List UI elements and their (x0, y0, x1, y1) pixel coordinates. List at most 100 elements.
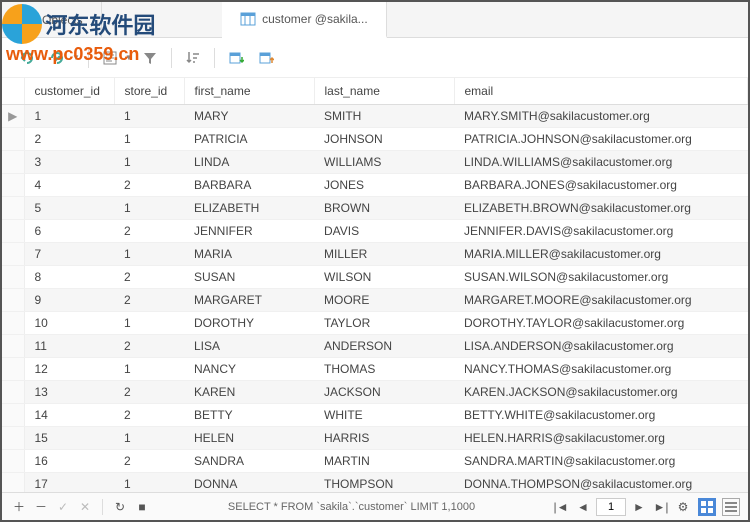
cell-email[interactable]: HELEN.HARRIS@sakilacustomer.org (454, 427, 748, 450)
cell-customer-id[interactable]: 7 (24, 243, 114, 266)
col-store-id[interactable]: store_id (114, 78, 184, 105)
table-row[interactable]: 31LINDAWILLIAMSLINDA.WILLIAMS@sakilacust… (2, 151, 748, 174)
col-email[interactable]: email (454, 78, 748, 105)
cell-customer-id[interactable]: 4 (24, 174, 114, 197)
table-row[interactable]: 92MARGARETMOOREMARGARET.MOORE@sakilacust… (2, 289, 748, 312)
cell-first-name[interactable]: JENNIFER (184, 220, 314, 243)
cell-email[interactable]: MARY.SMITH@sakilacustomer.org (454, 105, 748, 128)
table-row[interactable]: 51ELIZABETHBROWNELIZABETH.BROWN@sakilacu… (2, 197, 748, 220)
cell-store-id[interactable]: 2 (114, 381, 184, 404)
cell-last-name[interactable]: TAYLOR (314, 312, 454, 335)
cell-store-id[interactable]: 1 (114, 427, 184, 450)
cell-last-name[interactable]: MILLER (314, 243, 454, 266)
tab-customer[interactable]: customer @sakila... (222, 2, 387, 38)
cell-first-name[interactable]: SUSAN (184, 266, 314, 289)
col-last-name[interactable]: last_name (314, 78, 454, 105)
dropdown-icon[interactable]: ▼ (125, 53, 133, 62)
cell-last-name[interactable]: HARRIS (314, 427, 454, 450)
cell-email[interactable]: DOROTHY.TAYLOR@sakilacustomer.org (454, 312, 748, 335)
cell-last-name[interactable]: THOMAS (314, 358, 454, 381)
delete-record-button[interactable]: － (32, 498, 50, 516)
cell-first-name[interactable]: LINDA (184, 151, 314, 174)
cell-email[interactable]: DONNA.THOMPSON@sakilacustomer.org (454, 473, 748, 493)
cell-first-name[interactable]: SANDRA (184, 450, 314, 473)
cell-email[interactable]: SUSAN.WILSON@sakilacustomer.org (454, 266, 748, 289)
cell-last-name[interactable]: THOMPSON (314, 473, 454, 493)
table-row[interactable]: 162SANDRAMARTINSANDRA.MARTIN@sakilacusto… (2, 450, 748, 473)
cell-store-id[interactable]: 1 (114, 128, 184, 151)
cell-customer-id[interactable]: 8 (24, 266, 114, 289)
export-button[interactable] (253, 45, 279, 71)
cell-last-name[interactable]: BROWN (314, 197, 454, 220)
table-row[interactable]: 142BETTYWHITEBETTY.WHITE@sakilacustomer.… (2, 404, 748, 427)
cell-email[interactable]: BETTY.WHITE@sakilacustomer.org (454, 404, 748, 427)
table-row[interactable]: 132KARENJACKSONKAREN.JACKSON@sakilacusto… (2, 381, 748, 404)
cell-customer-id[interactable]: 3 (24, 151, 114, 174)
add-record-button[interactable]: ＋ (10, 498, 28, 516)
cell-store-id[interactable]: 2 (114, 450, 184, 473)
cell-email[interactable]: LISA.ANDERSON@sakilacustomer.org (454, 335, 748, 358)
cell-last-name[interactable]: JOHNSON (314, 128, 454, 151)
cell-first-name[interactable]: MARIA (184, 243, 314, 266)
cell-first-name[interactable]: MARY (184, 105, 314, 128)
settings-button[interactable]: ⚙ (674, 498, 692, 516)
table-row[interactable]: 121NANCYTHOMASNANCY.THOMAS@sakilacustome… (2, 358, 748, 381)
refresh-button[interactable]: ↻ (111, 498, 129, 516)
cell-first-name[interactable]: BARBARA (184, 174, 314, 197)
cell-customer-id[interactable]: 12 (24, 358, 114, 381)
form-view-button[interactable] (722, 498, 740, 516)
begin-transaction-button[interactable] (14, 45, 40, 71)
table-row[interactable]: 82SUSANWILSONSUSAN.WILSON@sakilacustomer… (2, 266, 748, 289)
cell-last-name[interactable]: JACKSON (314, 381, 454, 404)
table-row[interactable]: 71MARIAMILLERMARIA.MILLER@sakilacustomer… (2, 243, 748, 266)
cell-first-name[interactable]: KAREN (184, 381, 314, 404)
cell-store-id[interactable]: 1 (114, 358, 184, 381)
grid-view-button[interactable] (698, 498, 716, 516)
sort-button[interactable] (180, 45, 206, 71)
cell-first-name[interactable]: MARGARET (184, 289, 314, 312)
col-first-name[interactable]: first_name (184, 78, 314, 105)
table-row[interactable]: 112LISAANDERSONLISA.ANDERSON@sakilacusto… (2, 335, 748, 358)
cell-customer-id[interactable]: 11 (24, 335, 114, 358)
table-row[interactable]: 21PATRICIAJOHNSONPATRICIA.JOHNSON@sakila… (2, 128, 748, 151)
filter-button[interactable] (137, 45, 163, 71)
cell-first-name[interactable]: NANCY (184, 358, 314, 381)
cell-first-name[interactable]: DONNA (184, 473, 314, 493)
cell-customer-id[interactable]: 9 (24, 289, 114, 312)
cell-first-name[interactable]: LISA (184, 335, 314, 358)
row-selector-header[interactable] (2, 78, 24, 105)
table-row[interactable]: 101DOROTHYTAYLORDOROTHY.TAYLOR@sakilacus… (2, 312, 748, 335)
cell-email[interactable]: SANDRA.MARTIN@sakilacustomer.org (454, 450, 748, 473)
cell-email[interactable]: JENNIFER.DAVIS@sakilacustomer.org (454, 220, 748, 243)
cell-store-id[interactable]: 1 (114, 197, 184, 220)
cell-store-id[interactable]: 1 (114, 151, 184, 174)
cell-email[interactable]: MARIA.MILLER@sakilacustomer.org (454, 243, 748, 266)
cell-email[interactable]: MARGARET.MOORE@sakilacustomer.org (454, 289, 748, 312)
cell-first-name[interactable]: DOROTHY (184, 312, 314, 335)
cell-customer-id[interactable]: 14 (24, 404, 114, 427)
cell-email[interactable]: KAREN.JACKSON@sakilacustomer.org (454, 381, 748, 404)
cell-store-id[interactable]: 1 (114, 105, 184, 128)
cell-customer-id[interactable]: 10 (24, 312, 114, 335)
tab-objects[interactable]: Objects (2, 2, 102, 37)
cell-customer-id[interactable]: 1 (24, 105, 114, 128)
cell-first-name[interactable]: ELIZABETH (184, 197, 314, 220)
cell-last-name[interactable]: WILSON (314, 266, 454, 289)
cell-store-id[interactable]: 1 (114, 312, 184, 335)
import-button[interactable] (223, 45, 249, 71)
cell-customer-id[interactable]: 2 (24, 128, 114, 151)
last-page-button[interactable]: ►| (652, 498, 670, 516)
cell-email[interactable]: PATRICIA.JOHNSON@sakilacustomer.org (454, 128, 748, 151)
cell-first-name[interactable]: BETTY (184, 404, 314, 427)
page-input[interactable] (596, 498, 626, 516)
cell-email[interactable]: ELIZABETH.BROWN@sakilacustomer.org (454, 197, 748, 220)
cell-email[interactable]: LINDA.WILLIAMS@sakilacustomer.org (454, 151, 748, 174)
text-mode-button[interactable] (97, 45, 123, 71)
table-row[interactable]: ▶11MARYSMITHMARY.SMITH@sakilacustomer.or… (2, 105, 748, 128)
cell-store-id[interactable]: 2 (114, 174, 184, 197)
cell-last-name[interactable]: MOORE (314, 289, 454, 312)
cell-store-id[interactable]: 2 (114, 266, 184, 289)
cell-store-id[interactable]: 2 (114, 220, 184, 243)
cell-email[interactable]: BARBARA.JONES@sakilacustomer.org (454, 174, 748, 197)
cell-customer-id[interactable]: 6 (24, 220, 114, 243)
